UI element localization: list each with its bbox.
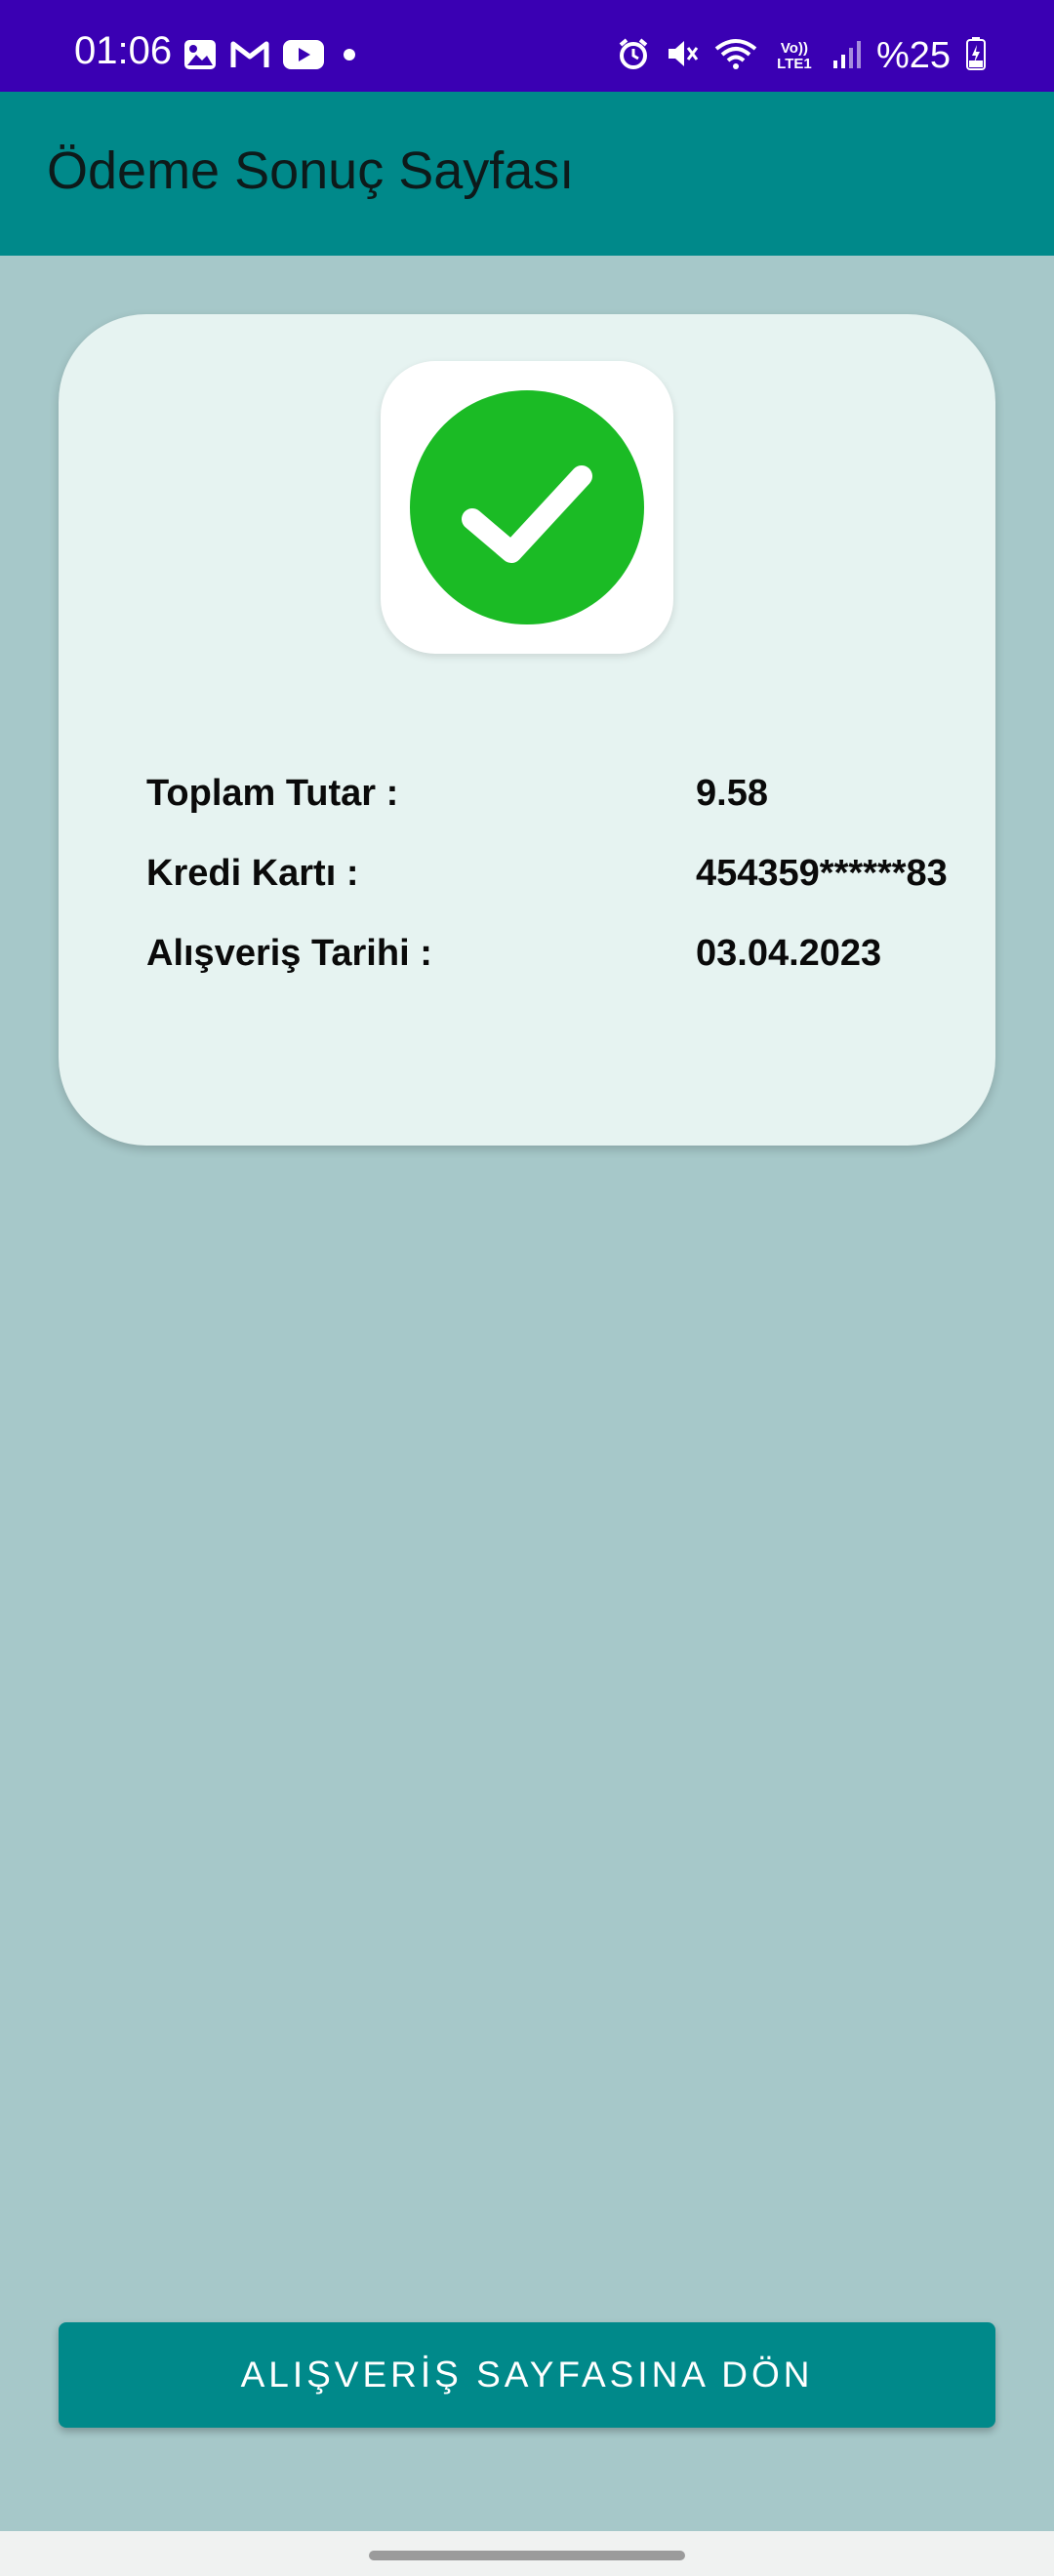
youtube-icon — [283, 40, 324, 74]
payment-result-card: Toplam Tutar : 9.58 Kredi Kartı : 454359… — [59, 314, 995, 1146]
status-bar: 01:06 Vo)) LTE1 %25 — [0, 0, 1054, 92]
gallery-icon — [183, 39, 217, 75]
check-circle-icon — [410, 390, 644, 624]
battery-percent: %25 — [875, 35, 951, 76]
battery-icon — [966, 37, 986, 75]
page-title: Ödeme Sonuç Sayfası — [47, 141, 575, 200]
notification-icons — [183, 39, 361, 75]
wifi-icon — [714, 37, 757, 75]
status-icon-container — [381, 361, 673, 654]
checkmark-icon — [462, 465, 592, 563]
credit-card-value: 454359******83 — [696, 853, 947, 894]
total-amount-value: 9.58 — [696, 773, 768, 814]
total-amount-row: Toplam Tutar : 9.58 — [146, 773, 947, 831]
volte-icon: Vo)) LTE1 — [777, 39, 812, 72]
alarm-icon — [617, 37, 650, 75]
credit-card-row: Kredi Kartı : 454359******83 — [146, 853, 947, 911]
total-amount-label: Toplam Tutar : — [146, 773, 399, 814]
home-gesture-handle[interactable] — [369, 2551, 685, 2560]
purchase-date-value: 03.04.2023 — [696, 933, 882, 974]
system-icons: Vo)) LTE1 %25 — [617, 35, 986, 77]
purchase-date-row: Alışveriş Tarihi : 03.04.2023 — [146, 933, 947, 991]
dot-icon — [338, 40, 361, 74]
status-time: 01:06 — [74, 29, 173, 72]
signal-icon — [831, 37, 861, 75]
navigation-bar — [0, 2531, 1054, 2576]
app-bar: Ödeme Sonuç Sayfası — [0, 92, 1054, 256]
back-to-shopping-button[interactable]: ALIŞVERİŞ SAYFASINA DÖN — [59, 2322, 995, 2428]
purchase-date-label: Alışveriş Tarihi : — [146, 933, 432, 974]
credit-card-label: Kredi Kartı : — [146, 853, 359, 894]
gmail-icon — [230, 40, 269, 74]
mute-icon — [666, 37, 699, 75]
